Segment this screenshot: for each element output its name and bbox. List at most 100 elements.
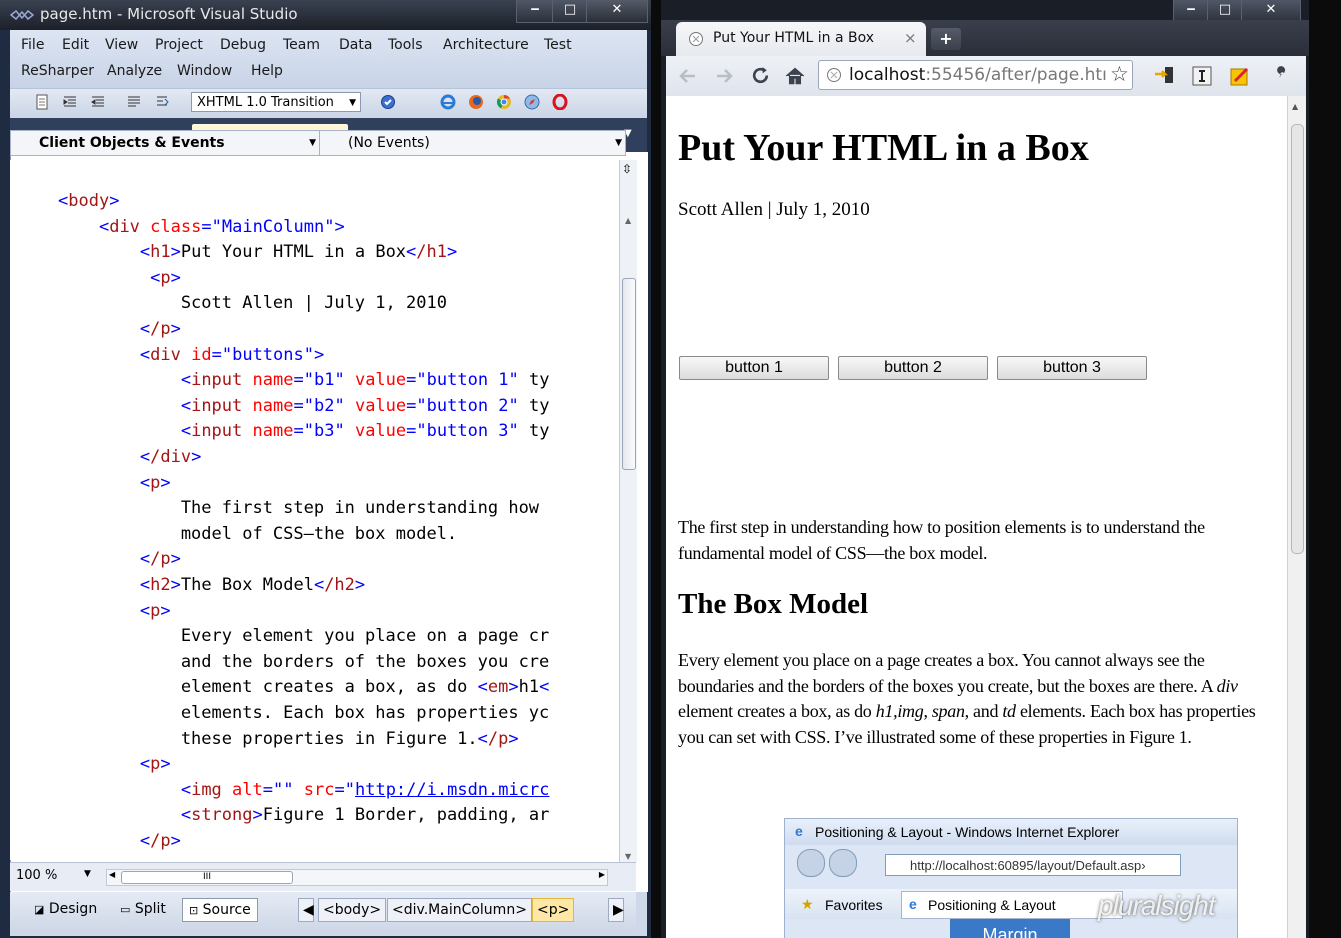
code-line[interactable]: <input name="b3" value="button 3" ty (58, 419, 550, 444)
menu-project[interactable]: Project (155, 37, 203, 53)
code-line[interactable]: model of CSS—the box model. (58, 522, 457, 547)
scroll-up-icon[interactable]: ▲ (1292, 102, 1298, 111)
chrome-browser-icon[interactable] (496, 94, 512, 110)
code-line[interactable]: Scott Allen | July 1, 2010 (58, 291, 447, 316)
close-icon[interactable]: × (904, 29, 917, 47)
doctype-select[interactable]: XHTML 1.0 Transition ▼ (191, 92, 361, 112)
breadcrumb-left-button[interactable]: ◀ (298, 898, 314, 922)
code-text-area[interactable]: <body> <div class="MainColumn"> <h1>Put … (10, 160, 618, 860)
reload-icon[interactable] (750, 65, 771, 86)
breadcrumb-p[interactable]: <p> (532, 898, 575, 922)
format-icon[interactable] (126, 94, 142, 110)
scroll-left-icon[interactable]: ◀ (109, 870, 115, 879)
code-line[interactable]: </p> (58, 829, 181, 854)
page-icon[interactable] (34, 94, 50, 110)
new-tab-button[interactable]: + (931, 28, 961, 50)
menu-data[interactable]: Data (339, 37, 372, 53)
safari-icon[interactable] (524, 94, 540, 110)
menu-file[interactable]: File (21, 37, 44, 53)
code-line[interactable]: <strong>Figure 1 Border, padding, ar (58, 803, 550, 828)
menu-architecture[interactable]: Architecture (443, 37, 529, 53)
code-line[interactable]: The first step in understanding how (58, 496, 539, 521)
events-dropdown[interactable]: (No Events) ▼ (320, 131, 625, 155)
vs-close-button[interactable]: ✕ (586, 0, 648, 23)
back-arrow-icon[interactable] (678, 66, 698, 86)
vs-maximize-button[interactable]: □ (552, 0, 588, 23)
scroll-down-icon[interactable]: ▼ (625, 852, 631, 861)
button-2[interactable]: button 2 (838, 356, 988, 380)
extension-device-icon[interactable] (1153, 64, 1177, 88)
indent-icon[interactable] (62, 94, 78, 110)
zoom-level[interactable]: 100 % (16, 868, 57, 883)
code-line[interactable]: <input name="b1" value="button 1" ty (58, 368, 550, 393)
code-line[interactable]: <div id="buttons"> (58, 343, 324, 368)
firefox-icon[interactable] (468, 94, 484, 110)
hscroll-thumb[interactable]: III (121, 871, 293, 884)
code-line[interactable]: element creates a box, as do <em>h1< (58, 675, 550, 700)
menu-view[interactable]: View (105, 37, 138, 53)
menu-team[interactable]: Team (283, 37, 320, 53)
split-handle-icon[interactable]: ⇳ (622, 162, 632, 176)
browser-tab[interactable]: Put Your HTML in a Box × (676, 22, 926, 56)
scroll-right-icon[interactable]: ▶ (599, 870, 605, 879)
em-div: div (1216, 675, 1238, 696)
code-line[interactable]: <body> (58, 189, 119, 214)
code-line[interactable]: <img alt="" src="http://i.msdn.micrc (58, 778, 550, 803)
code-line[interactable]: <div class="MainColumn"> (58, 215, 345, 240)
editor-vertical-scrollbar[interactable]: ⇳ ▲ ▼ (619, 160, 637, 862)
menu-edit[interactable]: Edit (62, 37, 89, 53)
bookmark-star-icon[interactable]: ☆ (1110, 62, 1129, 86)
menu-help[interactable]: Help (251, 63, 283, 79)
client-objects-dropdown[interactable]: Client Objects & Events ▼ (11, 131, 320, 155)
code-line[interactable]: elements. Each box has properties yc (58, 701, 549, 726)
extension-info-icon[interactable] (1191, 65, 1213, 87)
code-line[interactable]: Every element you place on a page cr (58, 624, 549, 649)
vs-title-bar[interactable]: page.htm - Microsoft Visual Studio ‒ □ ✕ (0, 0, 651, 30)
ie-browser-icon[interactable] (440, 94, 456, 110)
vs-minimize-button[interactable]: ‒ (516, 0, 554, 23)
button-3[interactable]: button 3 (997, 356, 1147, 380)
address-bar[interactable]: localhost:55456/after/page.htı ☆ (818, 60, 1133, 90)
page-info-icon[interactable] (826, 67, 842, 83)
code-line[interactable]: <p> (58, 599, 171, 624)
chrome-vertical-scrollbar[interactable]: ▲ (1287, 96, 1306, 938)
code-line[interactable]: these properties in Figure 1.</p> (58, 727, 519, 752)
horizontal-scrollbar[interactable]: ◀ III ▶ (106, 869, 608, 886)
code-line[interactable]: <p> (58, 266, 181, 291)
opera-icon[interactable] (552, 94, 568, 110)
button-1[interactable]: button 1 (679, 356, 829, 380)
menu-analyze[interactable]: Analyze (107, 63, 162, 79)
code-line[interactable]: and the borders of the boxes you cre (58, 650, 549, 675)
code-line[interactable]: <p> (58, 855, 171, 860)
chrome-scroll-thumb[interactable] (1291, 124, 1304, 554)
code-line[interactable]: </p> (58, 317, 181, 342)
design-view-button[interactable]: ◪ Design (28, 898, 103, 920)
menu-window[interactable]: Window (177, 63, 232, 79)
extension-edit-icon[interactable] (1229, 65, 1251, 87)
code-line[interactable]: <input name="b2" value="button 2" ty (58, 394, 550, 419)
menu-debug[interactable]: Debug (220, 37, 266, 53)
code-line[interactable]: <h2>The Box Model</h2> (58, 573, 365, 598)
code-line[interactable]: <p> (58, 752, 171, 777)
source-view-button[interactable]: ⊡ Source (182, 898, 258, 922)
scroll-up-icon[interactable]: ▲ (625, 216, 631, 225)
split-view-button[interactable]: ▭ Split (114, 898, 172, 920)
validate-icon[interactable] (380, 94, 396, 110)
chevron-down-icon[interactable]: ▼ (84, 869, 91, 879)
code-line[interactable]: <p> (58, 471, 171, 496)
breadcrumb-maincolumn[interactable]: <div.MainColumn> (387, 898, 532, 922)
menu-test[interactable]: Test (544, 37, 572, 53)
outdent-icon[interactable] (90, 94, 106, 110)
scroll-thumb[interactable] (622, 278, 636, 470)
home-icon[interactable] (784, 65, 806, 87)
code-line[interactable]: </div> (58, 445, 201, 470)
code-line[interactable]: <h1>Put Your HTML in a Box</h1> (58, 240, 457, 265)
uncomment-icon[interactable] (154, 94, 170, 110)
breadcrumb-right-button[interactable]: ▶ (608, 898, 624, 922)
wrench-icon[interactable] (1269, 65, 1291, 87)
menu-resharper[interactable]: ReSharper (21, 63, 94, 79)
forward-arrow-icon[interactable] (714, 66, 734, 86)
menu-tools[interactable]: Tools (388, 37, 423, 53)
breadcrumb-body[interactable]: <body> (318, 898, 387, 922)
code-line[interactable]: </p> (58, 547, 181, 572)
